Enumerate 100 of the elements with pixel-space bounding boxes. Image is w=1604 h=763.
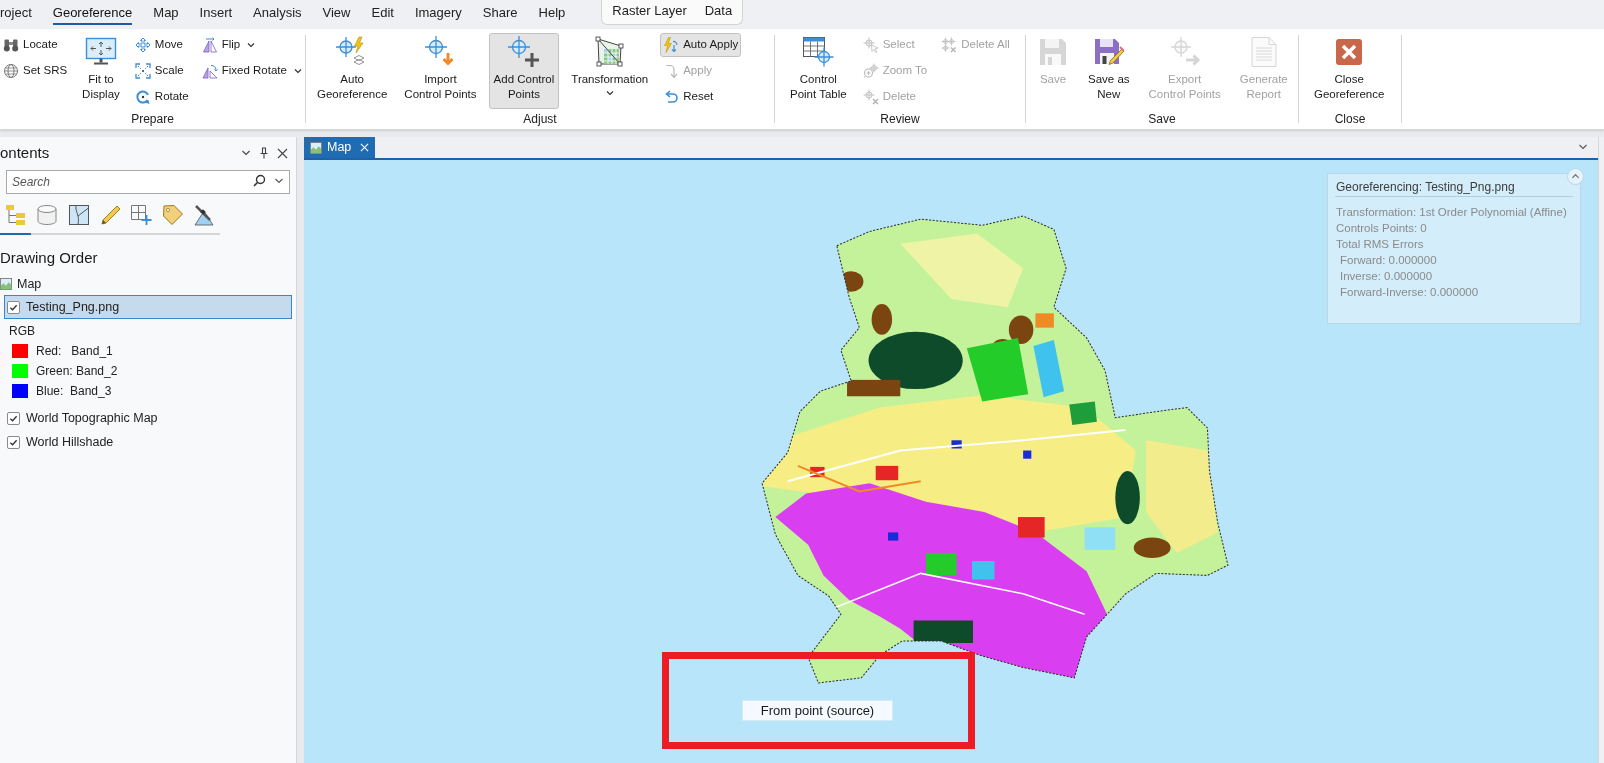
menu-tab[interactable]: Share bbox=[482, 0, 518, 25]
layer-row[interactable]: World Topographic Map bbox=[4, 406, 292, 430]
layer-name: Testing_Png.png bbox=[26, 298, 120, 316]
ribbon-button[interactable]: Save as New bbox=[1083, 33, 1135, 109]
map-sheet-icon bbox=[67, 204, 90, 226]
pencil-icon bbox=[98, 204, 121, 226]
ribbon-button[interactable]: Close Georeference bbox=[1309, 33, 1390, 109]
ribbon-button[interactable]: Add Control Points bbox=[488, 33, 560, 109]
menu-tab[interactable]: View bbox=[322, 0, 351, 25]
ribbon-button[interactable]: Fit to Display bbox=[77, 33, 125, 109]
section-heading: Drawing Order bbox=[0, 247, 98, 268]
menu-tab[interactable]: Help bbox=[538, 0, 566, 25]
rotate-arrow-icon bbox=[134, 89, 151, 105]
floppy-pencil-icon bbox=[1092, 36, 1125, 68]
map-icon bbox=[310, 141, 322, 154]
tree-item-label[interactable]: Map bbox=[17, 274, 42, 294]
flip-triangles-icon bbox=[201, 37, 218, 53]
ribbon-button[interactable]: Fixed Rotate bbox=[198, 59, 306, 83]
ribbon-button[interactable]: Rotate bbox=[131, 85, 192, 109]
menu-tab[interactable]: Edit bbox=[371, 0, 394, 25]
cylinder-icon bbox=[36, 204, 59, 226]
contextual-tab[interactable]: Raster Layer bbox=[612, 1, 687, 23]
crosshair-zoom-icon bbox=[862, 63, 879, 79]
checkbox[interactable] bbox=[7, 300, 20, 314]
ribbon-button[interactable]: Auto Apply bbox=[660, 33, 742, 57]
point-label: From point (source) bbox=[742, 700, 893, 721]
info-line: Forward: 0.000000 bbox=[1339, 253, 1438, 268]
rotate-triangles-icon bbox=[201, 63, 218, 79]
band-label: Green: Band_2 bbox=[36, 363, 118, 380]
scale-arrows-icon bbox=[134, 63, 151, 79]
grid-plus-icon bbox=[130, 204, 153, 226]
crosshair-arrow-icon bbox=[1168, 36, 1201, 68]
band-label: Blue: Band_3 bbox=[36, 383, 112, 400]
undo-arrow-icon bbox=[663, 89, 680, 105]
satellite-icon bbox=[193, 204, 216, 226]
symbology-heading: RGB bbox=[9, 322, 35, 340]
chevron-down-icon[interactable] bbox=[241, 148, 251, 158]
crosshair-pointer-icon bbox=[862, 37, 879, 53]
group-label: Save bbox=[1148, 112, 1176, 129]
crosshairs-x-icon bbox=[941, 37, 958, 53]
menu-tab[interactable]: Analysis bbox=[253, 0, 302, 25]
chevron-down-icon[interactable] bbox=[274, 176, 284, 186]
menu-tab[interactable]: Insert bbox=[199, 0, 233, 25]
chevron-up-icon bbox=[1571, 172, 1580, 181]
layer-row[interactable]: Testing_Png.png bbox=[4, 295, 292, 319]
ribbon-button[interactable]: Flip bbox=[198, 33, 260, 57]
lightning-arrows-icon bbox=[663, 37, 680, 53]
info-line: Controls Points: 0 bbox=[1335, 221, 1428, 236]
info-line: Transformation: 1st Order Polynomial (Affine) bbox=[1335, 205, 1568, 220]
band-label: Red: Band_1 bbox=[36, 343, 113, 360]
curved-arrow-icon bbox=[663, 63, 680, 79]
map-canvas[interactable]: Georeferencing: Testing_Png.png Transformation: 1st Order Polynomial (Affine) Controls Points: 0 Total RMS Errors Forward: 0.000000 Inverse: 0.000000 Forward-Inverse: 0.000000 From point (source) bbox=[304, 160, 1598, 763]
layer-row[interactable]: World Hillshade bbox=[4, 430, 292, 454]
map-tab[interactable]: Map bbox=[304, 137, 376, 158]
chevron-down-icon[interactable] bbox=[1578, 142, 1588, 152]
layer-tree-icon bbox=[4, 204, 27, 226]
search-field[interactable]: Search bbox=[6, 170, 290, 194]
ribbon-button[interactable]: Reset bbox=[660, 85, 717, 109]
crosshair-plus-icon bbox=[507, 36, 540, 68]
move-arrows-icon bbox=[134, 37, 151, 53]
grid-warp-icon bbox=[593, 36, 626, 68]
check-icon bbox=[9, 413, 18, 423]
ribbon-button[interactable]: Scale bbox=[131, 59, 187, 83]
info-line: Inverse: 0.000000 bbox=[1339, 269, 1434, 284]
menu-tab[interactable]: roject bbox=[0, 0, 32, 25]
info-line: Forward-Inverse: 0.000000 bbox=[1339, 285, 1480, 300]
monitor-arrows-icon bbox=[84, 36, 117, 68]
group-label: Review bbox=[880, 112, 920, 129]
group-label: Prepare bbox=[131, 112, 174, 129]
crosshair-x-icon bbox=[862, 89, 879, 105]
ribbon-button[interactable]: Move bbox=[131, 33, 186, 57]
checkbox[interactable] bbox=[7, 435, 20, 449]
map-icon bbox=[0, 278, 12, 290]
search-icon[interactable] bbox=[253, 174, 266, 187]
table-crosshair-icon bbox=[802, 36, 835, 68]
group-label: Adjust bbox=[523, 112, 557, 129]
group-label: Close bbox=[1334, 112, 1366, 129]
ribbon-button[interactable]: Set SRS bbox=[0, 59, 71, 83]
menu-tab[interactable]: Map bbox=[153, 0, 179, 25]
menu-tab[interactable]: Imagery bbox=[414, 0, 462, 25]
check-icon bbox=[9, 437, 18, 447]
panel-title: ontents bbox=[0, 142, 50, 163]
contextual-tab[interactable]: Data bbox=[704, 1, 733, 23]
menu-tab[interactable]: Georeference bbox=[52, 0, 133, 25]
close-icon[interactable] bbox=[277, 147, 288, 159]
info-line: Total RMS Errors bbox=[1335, 237, 1425, 252]
checkbox[interactable] bbox=[7, 411, 20, 425]
ribbon-button[interactable]: Auto Georeference bbox=[312, 33, 393, 109]
binoculars-icon bbox=[3, 37, 19, 53]
collapse-button[interactable] bbox=[1567, 168, 1584, 185]
layer-name: World Hillshade bbox=[26, 433, 114, 451]
check-icon bbox=[9, 302, 18, 312]
ribbon-button[interactable]: Locate bbox=[0, 33, 61, 57]
info-title: Georeferencing: Testing_Png.png bbox=[1335, 179, 1515, 196]
tag-icon bbox=[161, 204, 184, 226]
ribbon-button[interactable]: Transformation bbox=[566, 33, 654, 109]
ribbon-button[interactable]: Import Control Points bbox=[399, 33, 482, 109]
ribbon-button[interactable]: Control Point Table bbox=[785, 33, 852, 109]
pin-icon[interactable] bbox=[259, 147, 269, 159]
layer-name: World Topographic Map bbox=[26, 409, 158, 427]
